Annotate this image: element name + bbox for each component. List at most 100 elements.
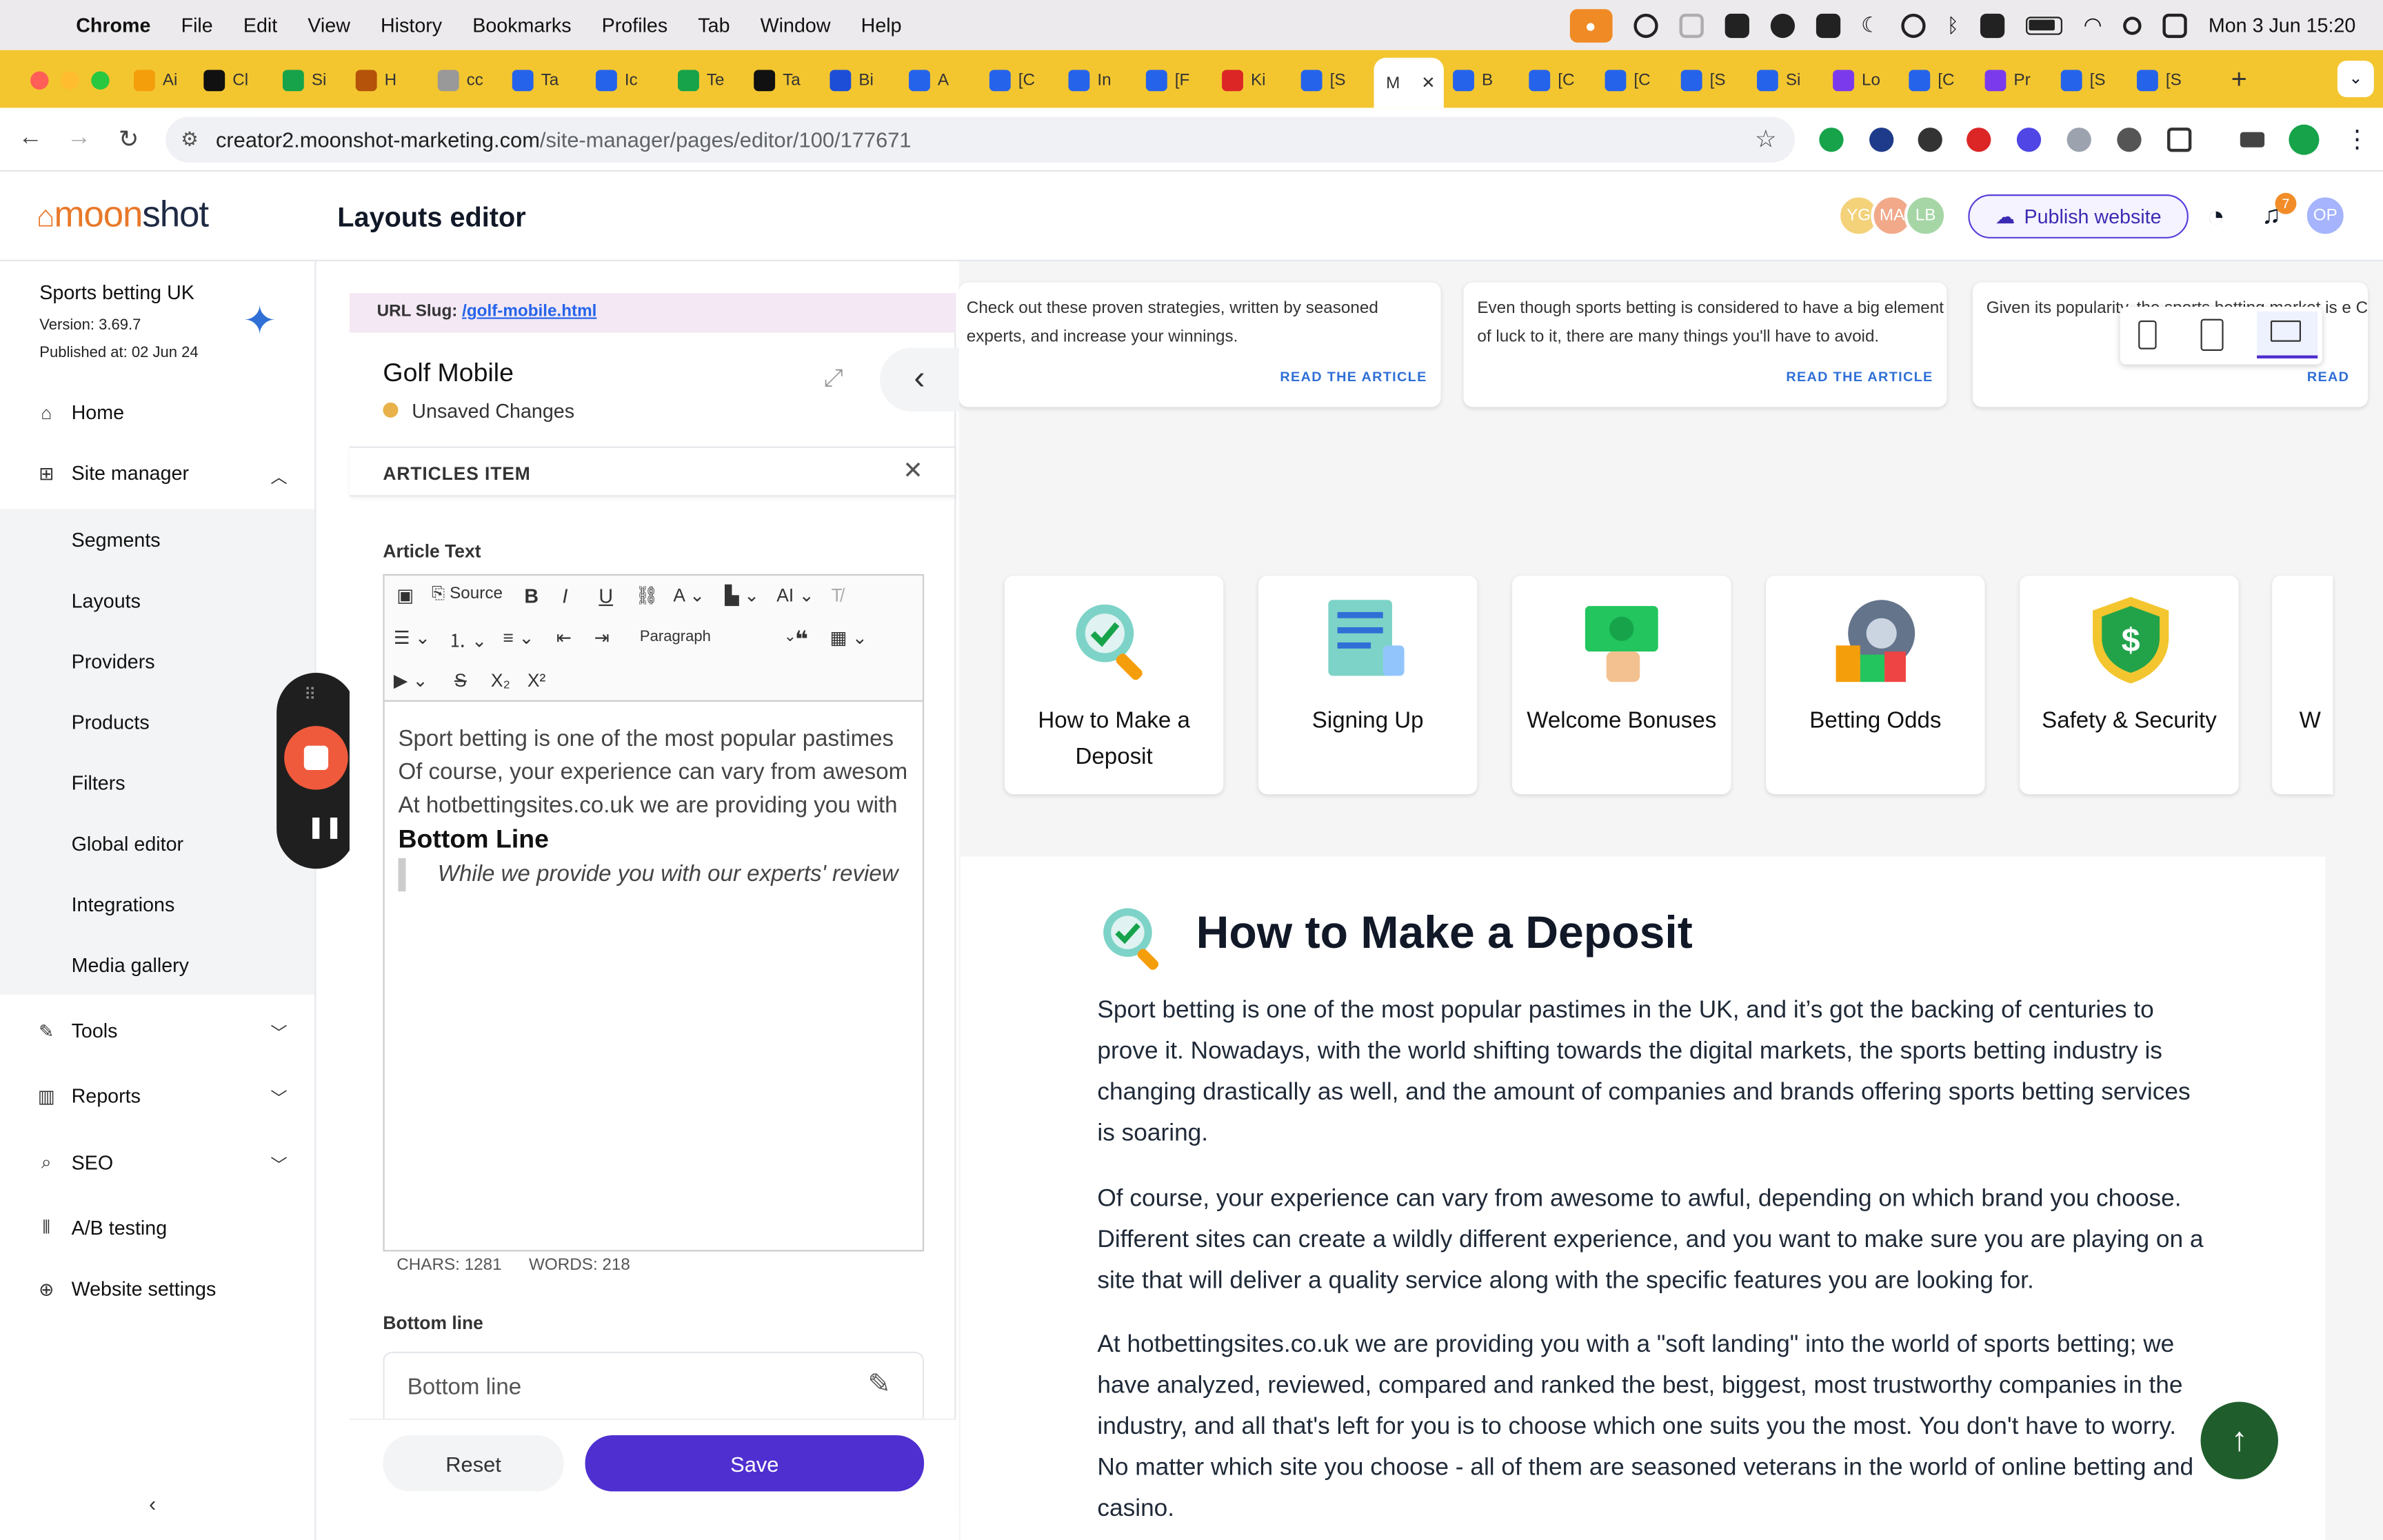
media-embed-button[interactable]: ▶ ⌄ — [394, 670, 428, 691]
browser-tab[interactable]: Ta — [754, 64, 814, 97]
editor-content[interactable]: Sport betting is one of the most popular… — [398, 723, 918, 892]
browser-tab[interactable]: [F — [1145, 64, 1207, 97]
bullet-list-button[interactable]: ☰ ⌄ — [394, 627, 430, 649]
badge-extension-icon[interactable] — [2016, 128, 2042, 152]
drag-handle-icon[interactable]: ⠿ — [304, 685, 316, 705]
outdent-icon[interactable]: ⇤ — [556, 627, 572, 649]
category-tile-welcome-bonuses[interactable]: Welcome Bonuses — [1512, 576, 1731, 795]
category-tile-betting-odds[interactable]: Betting Odds — [1766, 576, 1985, 795]
reset-button[interactable]: Reset — [383, 1435, 564, 1492]
browser-tab[interactable]: [C — [1909, 64, 1969, 97]
menu-file[interactable]: File — [181, 14, 213, 37]
history-icon[interactable]: ◔ — [2206, 201, 2225, 236]
bluetooth-icon[interactable]: ᛒ — [1947, 14, 1959, 37]
extensions-puzzle-icon[interactable] — [2167, 128, 2192, 152]
article-card[interactable]: Even though sports betting is considered… — [1463, 282, 1947, 407]
sidebar-item-seo[interactable]: ⌕ SEO — [37, 1151, 113, 1174]
sidebar-item-media-gallery[interactable]: Media gallery — [72, 954, 189, 977]
browser-tab[interactable]: Pr — [1984, 64, 2046, 97]
strikethrough-button[interactable]: S — [454, 670, 467, 691]
menu-help[interactable]: Help — [861, 14, 902, 37]
underline-button[interactable]: U — [599, 585, 613, 607]
browser-tab[interactable]: Ta — [512, 64, 573, 97]
tab-search-button[interactable]: ⌄ — [2337, 61, 2374, 98]
close-tab-icon[interactable]: ✕ — [1421, 73, 1435, 92]
save-button[interactable]: Save — [585, 1435, 925, 1492]
play-icon[interactable] — [1901, 12, 1926, 37]
menu-profiles[interactable]: Profiles — [602, 14, 668, 37]
microphone-icon[interactable]: ● — [1569, 8, 1612, 42]
table-button[interactable]: ▦ ⌄ — [829, 627, 867, 649]
browser-tab[interactable]: Si — [282, 64, 343, 97]
stop-recording-button[interactable] — [284, 726, 348, 790]
browser-tab[interactable]: [C — [1605, 64, 1666, 97]
address-bar[interactable]: ⚙ creator2.moonshot-marketing.com/site-m… — [165, 116, 1796, 163]
browser-tab[interactable]: B — [1453, 64, 1514, 97]
expand-icon[interactable]: ⤢ — [824, 366, 843, 394]
wifi-icon[interactable]: ◠ — [2084, 12, 2102, 38]
sidebar-item-home[interactable]: ⌂ Home — [37, 401, 124, 424]
eyedropper-extension-icon[interactable] — [2117, 128, 2142, 152]
grammarly-extension-icon[interactable] — [1819, 128, 1844, 152]
chevron-down-icon[interactable]: ﹀ — [270, 1021, 287, 1045]
category-tile-safety-security[interactable]: $ Safety & Security — [2020, 576, 2239, 795]
link-icon[interactable]: ⛓ — [635, 585, 658, 606]
clock-text[interactable]: Mon 3 Jun 15:20 — [2209, 14, 2355, 37]
menu-view[interactable]: View — [308, 14, 350, 37]
sidebar-item-global-editor[interactable]: Global editor — [72, 832, 183, 855]
pencil-icon[interactable]: ✎ — [868, 1368, 891, 1400]
sidebar-item-ab-testing[interactable]: ⫴ A/B testing — [37, 1217, 168, 1239]
user-avatar[interactable]: OP — [2304, 194, 2347, 237]
browser-tab[interactable]: Cl — [203, 64, 264, 97]
spotlight-icon[interactable] — [2123, 16, 2142, 34]
moon-icon[interactable]: ☾ — [1861, 12, 1880, 38]
extension-icon[interactable] — [1869, 128, 1894, 152]
app-tray-icon[interactable] — [1724, 12, 1749, 37]
moonshot-logo[interactable]: ⌂moonshot — [37, 194, 209, 237]
paragraph-select[interactable]: Paragraph ⌄ — [640, 629, 796, 645]
zoom-window-button[interactable] — [91, 71, 110, 90]
numbered-list-button[interactable]: ⒈ ⌄ — [448, 627, 487, 653]
new-tab-button[interactable]: + — [2231, 64, 2247, 96]
read-article-link[interactable]: READ — [2307, 369, 2350, 384]
active-tab[interactable]: M ✕ — [1374, 57, 1444, 108]
close-window-button[interactable] — [30, 71, 49, 90]
font-size-button[interactable]: AI ⌄ — [776, 585, 814, 606]
category-tile-deposit[interactable]: How to Make a Deposit — [1004, 576, 1224, 795]
forward-icon[interactable]: → — [67, 125, 91, 152]
sidebar-item-tools[interactable]: ✎ Tools — [37, 1019, 117, 1042]
menu-app-name[interactable]: Chrome — [76, 14, 150, 37]
browser-tab[interactable]: Ic — [596, 64, 656, 97]
image-icon[interactable]: ▣ — [396, 585, 414, 606]
superscript-button[interactable]: X² — [527, 670, 545, 691]
browser-tab[interactable]: A — [909, 64, 969, 97]
browser-tab[interactable]: cc — [437, 64, 499, 97]
browser-tab[interactable]: Lo — [1833, 64, 1893, 97]
font-color-button[interactable]: A ⌄ — [673, 585, 705, 606]
browser-tab[interactable]: [S — [2060, 64, 2122, 97]
browser-tab[interactable]: [S — [2136, 64, 2198, 97]
p-tray-icon[interactable] — [1815, 12, 1840, 37]
grammarly-tray-icon[interactable] — [1769, 12, 1795, 37]
bottom-line-field[interactable]: Bottom line ✎ — [383, 1351, 925, 1420]
bookmark-star-icon[interactable]: ☆ — [1755, 125, 1777, 155]
search-tray-icon[interactable] — [1633, 12, 1658, 37]
browser-tab[interactable]: Te — [678, 64, 738, 97]
sidebar-item-site-manager[interactable]: ⊞ Site manager — [37, 462, 189, 485]
site-info-icon[interactable]: ⚙ — [181, 128, 199, 152]
italic-button[interactable]: I — [563, 585, 568, 607]
quote-icon[interactable]: ❝ — [795, 626, 808, 653]
pause-icon[interactable]: ❚❚ — [307, 814, 343, 840]
align-button[interactable]: ≡ ⌄ — [503, 627, 534, 649]
article-card[interactable]: Check out these proven strategies, writt… — [958, 282, 1441, 407]
collapse-panel-button[interactable]: ‹ — [880, 347, 959, 412]
browser-tab[interactable]: Ki — [1222, 64, 1283, 97]
browser-tab[interactable]: [C — [1529, 64, 1589, 97]
sidebar-item-providers[interactable]: Providers — [72, 650, 155, 673]
colorpicker-extension-icon[interactable] — [1967, 128, 1991, 152]
chrome-menu-icon[interactable]: ⋮ — [2345, 125, 2369, 155]
collapse-sidebar-icon[interactable]: ‹ — [149, 1492, 156, 1516]
sidebar-item-website-settings[interactable]: ⊕ Website settings — [37, 1277, 216, 1300]
desktop-view-button[interactable] — [2257, 311, 2318, 358]
menu-history[interactable]: History — [381, 14, 442, 37]
